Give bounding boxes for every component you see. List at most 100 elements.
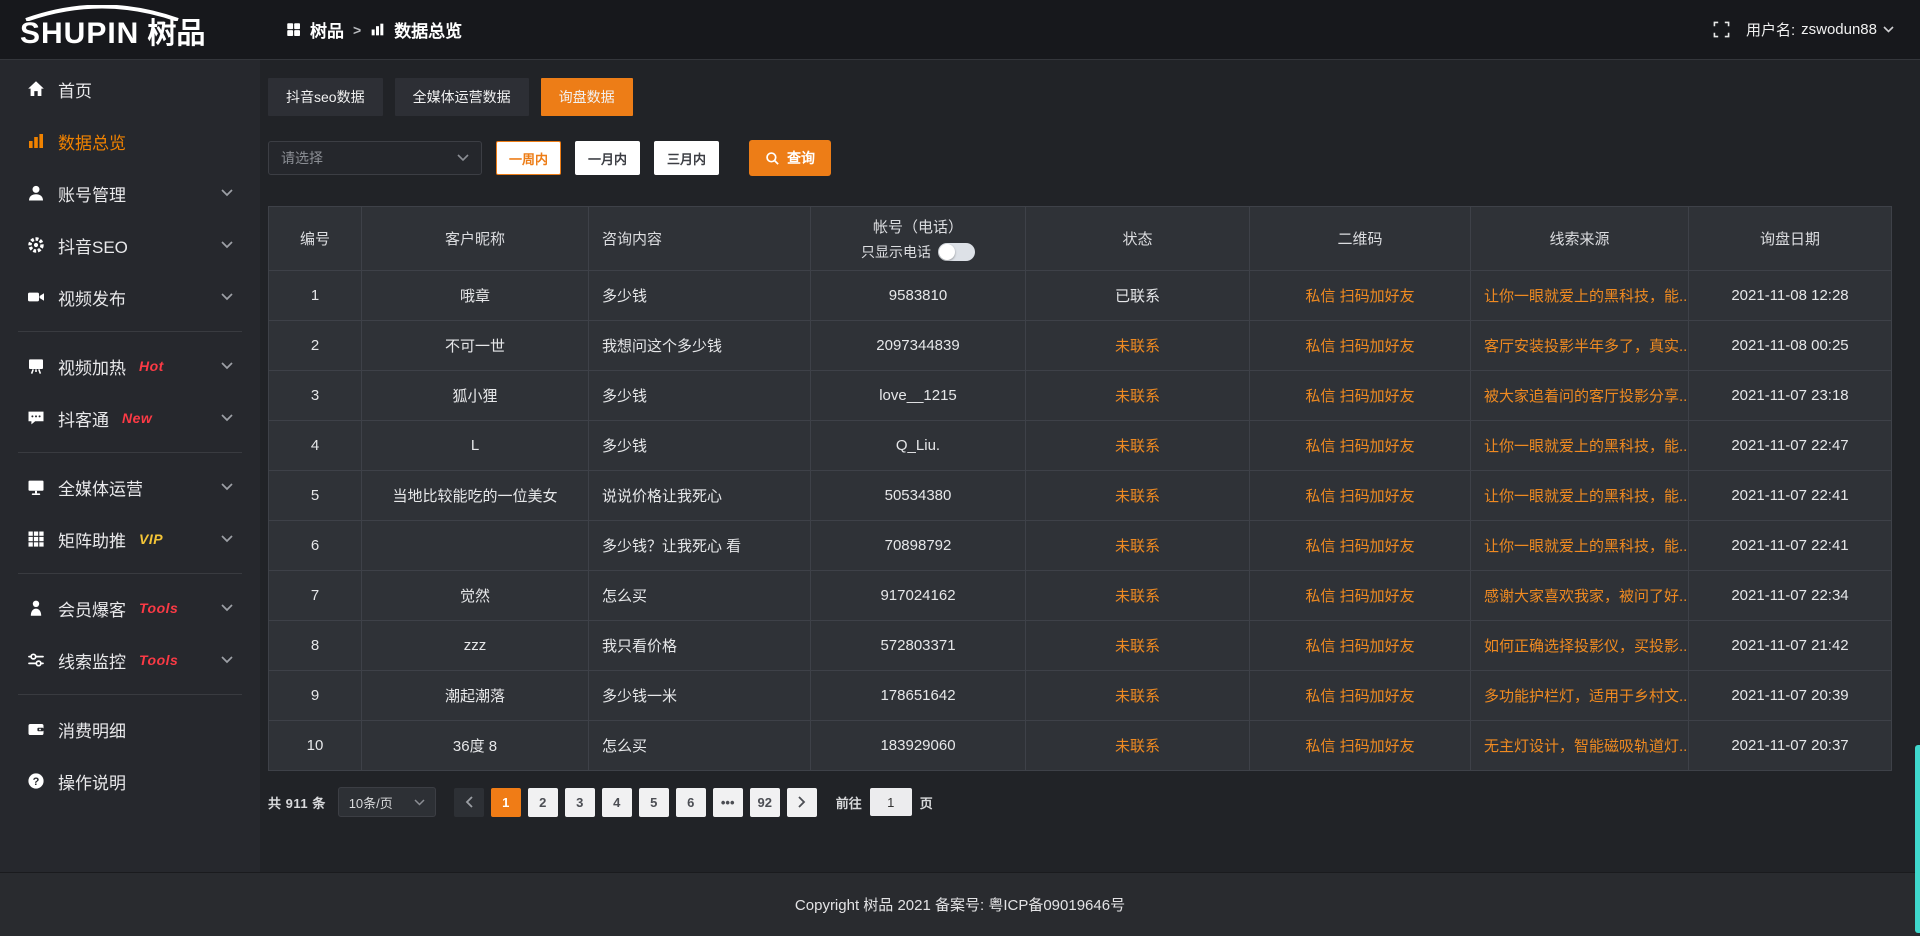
cell-source-link[interactable]: 感谢大家喜欢我家，被问了好... [1471, 571, 1689, 621]
cell-status: 未联系 [1026, 421, 1250, 471]
cell-source-link[interactable]: 客厅安装投影半年多了，真实... [1471, 321, 1689, 371]
select-placeholder: 请选择 [281, 148, 323, 168]
cell-content: 我想问这个多少钱 [589, 321, 811, 371]
page-button-6[interactable]: 6 [676, 788, 706, 817]
cell-source-link[interactable]: 如何正确选择投影仪，买投影... [1471, 621, 1689, 671]
cell-source-link[interactable]: 多功能护栏灯，适用于乡村文... [1471, 671, 1689, 721]
sidebar-item-video-publish[interactable]: 视频发布 [0, 271, 260, 323]
next-page-button[interactable] [787, 788, 817, 817]
page-button-3[interactable]: 3 [565, 788, 595, 817]
sidebar-item-data-overview[interactable]: 数据总览 [0, 115, 260, 167]
topbar-right: 用户名: zswodun88 [1713, 19, 1920, 40]
cell-source-link[interactable]: 让你一眼就爱上的黑科技，能... [1471, 471, 1689, 521]
sidebar-item-consumption-details[interactable]: 消费明细 [0, 703, 260, 755]
cell-source-link[interactable]: 无主灯设计，智能磁吸轨道灯... [1471, 721, 1689, 771]
cell-qrcode-links[interactable]: 私信 扫码加好友 [1250, 521, 1471, 571]
cell-qrcode-links[interactable]: 私信 扫码加好友 [1250, 371, 1471, 421]
cell-source-link[interactable]: 让你一眼就爱上的黑科技，能... [1471, 421, 1689, 471]
sidebar-item-lead-monitoring[interactable]: 线索监控 Tools [0, 634, 260, 686]
tab-0[interactable]: 抖音seo数据 [268, 78, 383, 116]
range-button-2[interactable]: 三月内 [654, 141, 719, 175]
side-widget-strip[interactable] [1915, 745, 1920, 933]
cell-qrcode-links[interactable]: 私信 扫码加好友 [1250, 421, 1471, 471]
cell-content: 怎么买 [589, 571, 811, 621]
page-button-•••[interactable]: ••• [713, 788, 743, 817]
table-row[interactable]: 7 觉然 怎么买 917024162 未联系 私信 扫码加好友 感谢大家喜欢我家… [269, 571, 1892, 621]
table-row[interactable]: 8 zzz 我只看价格 572803371 未联系 私信 扫码加好友 如何正确选… [269, 621, 1892, 671]
sidebar-item-operation-guide[interactable]: ? 操作说明 [0, 755, 260, 807]
cell-qrcode-links[interactable]: 私信 扫码加好友 [1250, 571, 1471, 621]
sidebar-item-account-management[interactable]: 账号管理 [0, 167, 260, 219]
cell-account: 917024162 [811, 571, 1026, 621]
sidebar-item-douketong[interactable]: 抖客通 New [0, 392, 260, 444]
sidebar-item-matrix-boost[interactable]: 矩阵助推 VIP [0, 513, 260, 565]
sidebar-item-label: 视频加热 [58, 354, 126, 379]
cell-no: 2 [269, 321, 362, 371]
filter-select[interactable]: 请选择 [268, 141, 482, 175]
cell-qrcode-links[interactable]: 私信 扫码加好友 [1250, 471, 1471, 521]
page-button-92[interactable]: 92 [750, 788, 780, 817]
page-size-select[interactable]: 10条/页 [338, 787, 436, 817]
cell-content: 多少钱 [589, 371, 811, 421]
table-row[interactable]: 1 哦章 多少钱 9583810 已联系 私信 扫码加好友 让你一眼就爱上的黑科… [269, 271, 1892, 321]
cell-qrcode-links[interactable]: 私信 扫码加好友 [1250, 671, 1471, 721]
page-button-4[interactable]: 4 [602, 788, 632, 817]
sidebar-item-omnimedia-operation[interactable]: 全媒体运营 [0, 461, 260, 513]
wallet-icon [27, 720, 45, 738]
cell-no: 4 [269, 421, 362, 471]
phone-only-toggle[interactable] [938, 243, 975, 261]
grid-icon [27, 530, 45, 548]
tab-2[interactable]: 询盘数据 [541, 78, 633, 116]
query-button[interactable]: 查询 [749, 140, 831, 176]
col-header-source: 线索来源 [1471, 207, 1689, 271]
col-header-content: 咨询内容 [589, 207, 811, 271]
breadcrumb-item-current: 数据总览 [394, 17, 462, 42]
cell-nickname: 狐小狸 [362, 371, 589, 421]
cell-source-link[interactable]: 被大家追着问的客厅投影分享... [1471, 371, 1689, 421]
table-row[interactable]: 4 L 多少钱 Q_Liu. 未联系 私信 扫码加好友 让你一眼就爱上的黑科技，… [269, 421, 1892, 471]
chevron-right-icon [798, 796, 806, 808]
page-button-5[interactable]: 5 [639, 788, 669, 817]
cell-account: 572803371 [811, 621, 1026, 671]
sidebar-item-douyin-seo[interactable]: 抖音SEO [0, 219, 260, 271]
sidebar-item-home[interactable]: 首页 [0, 63, 260, 115]
cell-qrcode-links[interactable]: 私信 扫码加好友 [1250, 721, 1471, 771]
cell-source-link[interactable]: 让你一眼就爱上的黑科技，能... [1471, 521, 1689, 571]
total-count: 共 911 条 [268, 793, 326, 812]
user-menu[interactable]: 用户名: zswodun88 [1746, 19, 1894, 40]
cell-date: 2021-11-07 20:37 [1689, 721, 1892, 771]
cell-qrcode-links[interactable]: 私信 扫码加好友 [1250, 271, 1471, 321]
cell-no: 5 [269, 471, 362, 521]
cell-nickname: L [362, 421, 589, 471]
cell-status: 未联系 [1026, 371, 1250, 421]
range-button-0[interactable]: 一周内 [496, 141, 561, 175]
cell-content: 多少钱一米 [589, 671, 811, 721]
fullscreen-icon[interactable] [1713, 21, 1730, 38]
page-button-1[interactable]: 1 [491, 788, 521, 817]
goto-page-input[interactable] [870, 788, 912, 816]
col-header-account: 帐号（电话） 只显示电话 [811, 207, 1026, 271]
breadcrumb-item-home[interactable]: 树品 [310, 17, 344, 42]
page-button-2[interactable]: 2 [528, 788, 558, 817]
sidebar-item-video-heating[interactable]: 视频加热 Hot [0, 340, 260, 392]
range-button-1[interactable]: 一月内 [575, 141, 640, 175]
cell-qrcode-links[interactable]: 私信 扫码加好友 [1250, 621, 1471, 671]
table-row[interactable]: 5 当地比较能吃的一位美女 说说价格让我死心 50534380 未联系 私信 扫… [269, 471, 1892, 521]
sidebar-item-member-promo[interactable]: 会员爆客 Tools [0, 582, 260, 634]
table-row[interactable]: 9 潮起潮落 多少钱一米 178651642 未联系 私信 扫码加好友 多功能护… [269, 671, 1892, 721]
pagination: 共 911 条 10条/页 123456•••92 前往 页 [268, 787, 1892, 817]
cell-source-link[interactable]: 让你一眼就爱上的黑科技，能... [1471, 271, 1689, 321]
col-header-no: 编号 [269, 207, 362, 271]
table-row[interactable]: 3 狐小狸 多少钱 love__1215 未联系 私信 扫码加好友 被大家追着问… [269, 371, 1892, 421]
cell-qrcode-links[interactable]: 私信 扫码加好友 [1250, 321, 1471, 371]
tab-1[interactable]: 全媒体运营数据 [395, 78, 529, 116]
copyright-text: Copyright 树品 2021 备案号: 粤ICP备09019646号 [795, 894, 1125, 915]
app-logo[interactable]: SHUPIN 树品 [0, 0, 260, 59]
table-row[interactable]: 2 不可一世 我想问这个多少钱 2097344839 未联系 私信 扫码加好友 … [269, 321, 1892, 371]
chevron-down-icon [1883, 26, 1894, 33]
table-row[interactable]: 6 多少钱？让我死心 看 70898792 未联系 私信 扫码加好友 让你一眼就… [269, 521, 1892, 571]
prev-page-button[interactable] [454, 788, 484, 817]
cell-status: 未联系 [1026, 721, 1250, 771]
table-row[interactable]: 10 36度 8 怎么买 183929060 未联系 私信 扫码加好友 无主灯设… [269, 721, 1892, 771]
chevron-down-icon [221, 241, 233, 249]
